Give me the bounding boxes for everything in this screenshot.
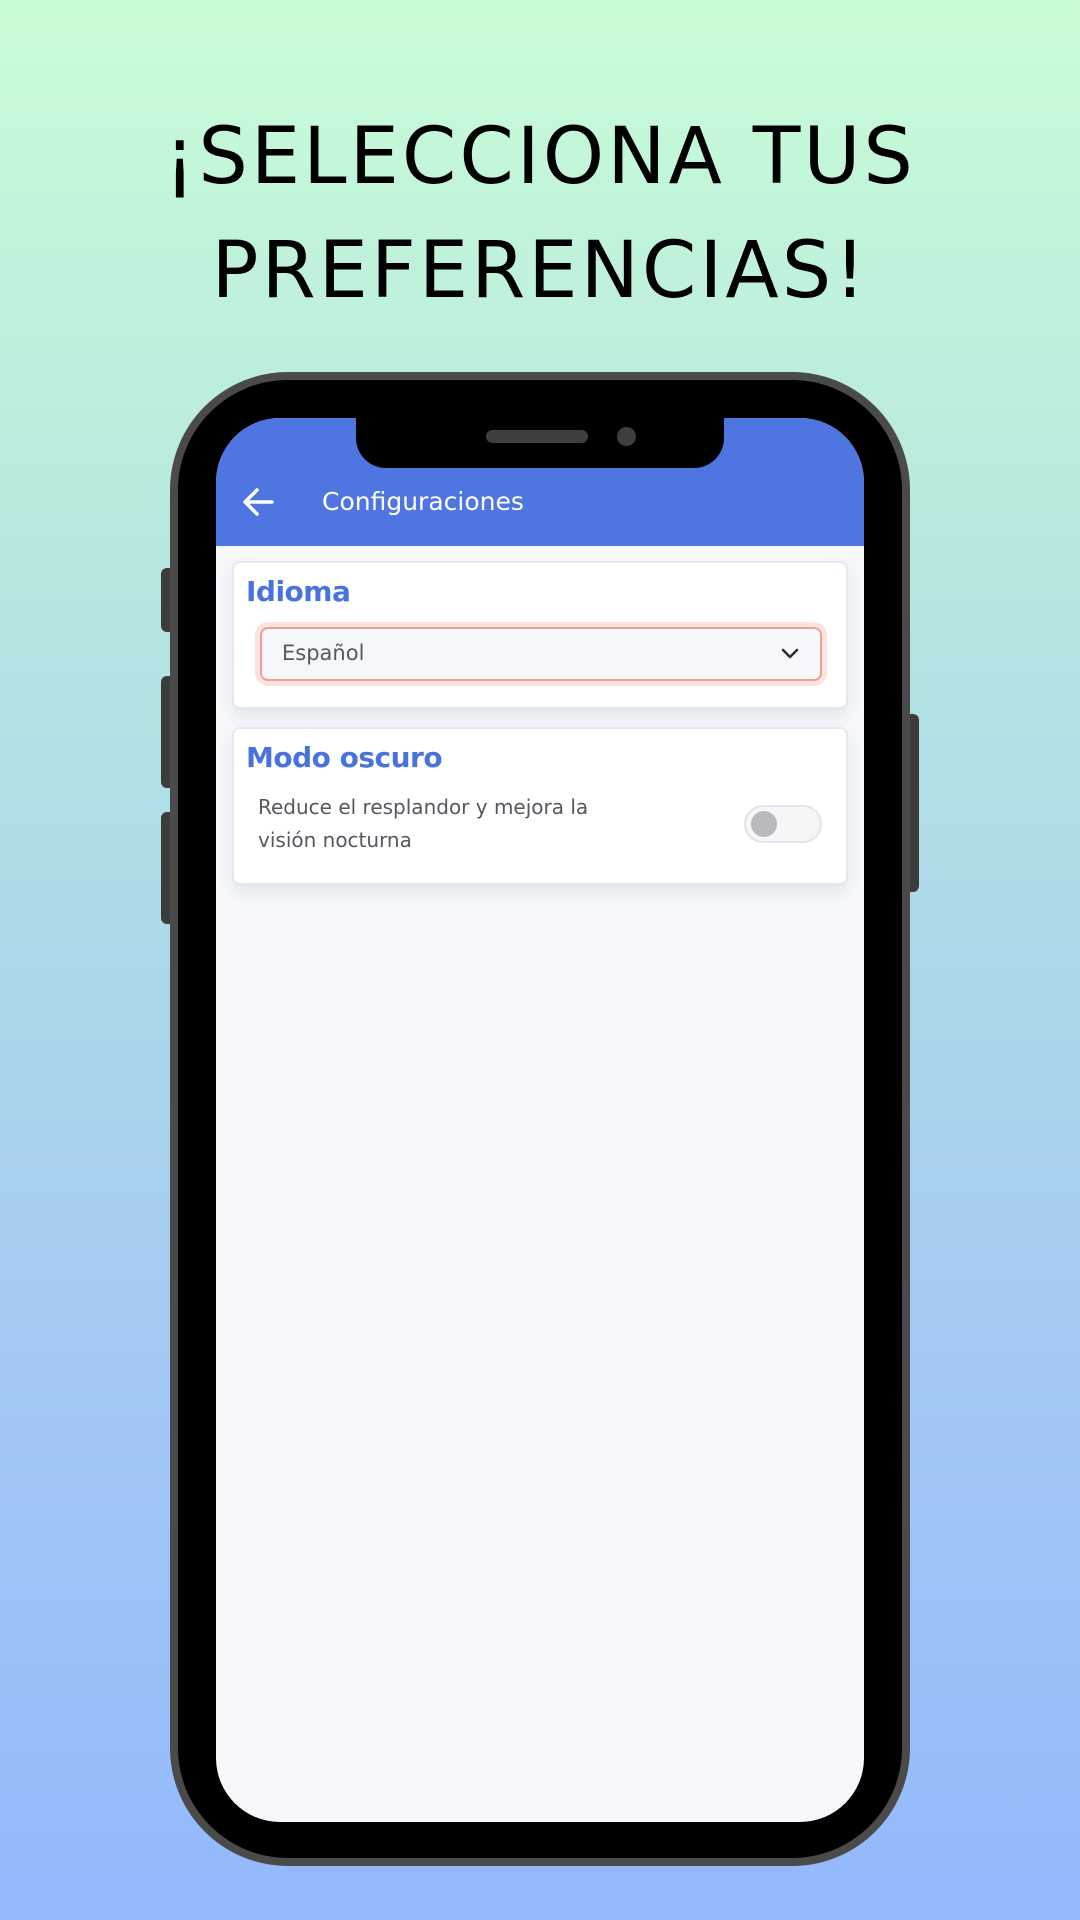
- language-card-title: Idioma: [246, 575, 351, 608]
- language-select-value: Español: [282, 641, 365, 665]
- toggle-knob: [751, 811, 777, 837]
- dark-mode-description: Reduce el resplandor y mejora la visión …: [258, 791, 638, 857]
- headline: ¡SELECCIONA TUS PREFERENCIAS!: [0, 100, 1080, 328]
- phone-notch: [356, 418, 724, 468]
- dark-mode-card-title: Modo oscuro: [246, 741, 443, 774]
- headline-line-2: PREFERENCIAS!: [211, 226, 869, 316]
- dark-mode-toggle[interactable]: [744, 805, 822, 843]
- dark-mode-card: Modo oscuro Reduce el resplandor y mejor…: [232, 727, 848, 885]
- headline-line-1: ¡SELECCIONA TUS: [164, 112, 916, 202]
- arrow-left-icon[interactable]: [240, 484, 276, 520]
- page-title: Configuraciones: [322, 487, 524, 516]
- dark-mode-description-line-2: visión nocturna: [258, 828, 412, 852]
- front-camera: [617, 427, 636, 446]
- dark-mode-description-line-1: Reduce el resplandor y mejora la: [258, 795, 589, 819]
- chevron-down-icon: [781, 648, 799, 659]
- language-card: Idioma Español: [232, 561, 848, 709]
- language-select[interactable]: Español: [260, 627, 822, 681]
- app-screen: Configuraciones Idioma Español Modo oscu…: [216, 418, 864, 1822]
- speaker-grille: [486, 430, 588, 443]
